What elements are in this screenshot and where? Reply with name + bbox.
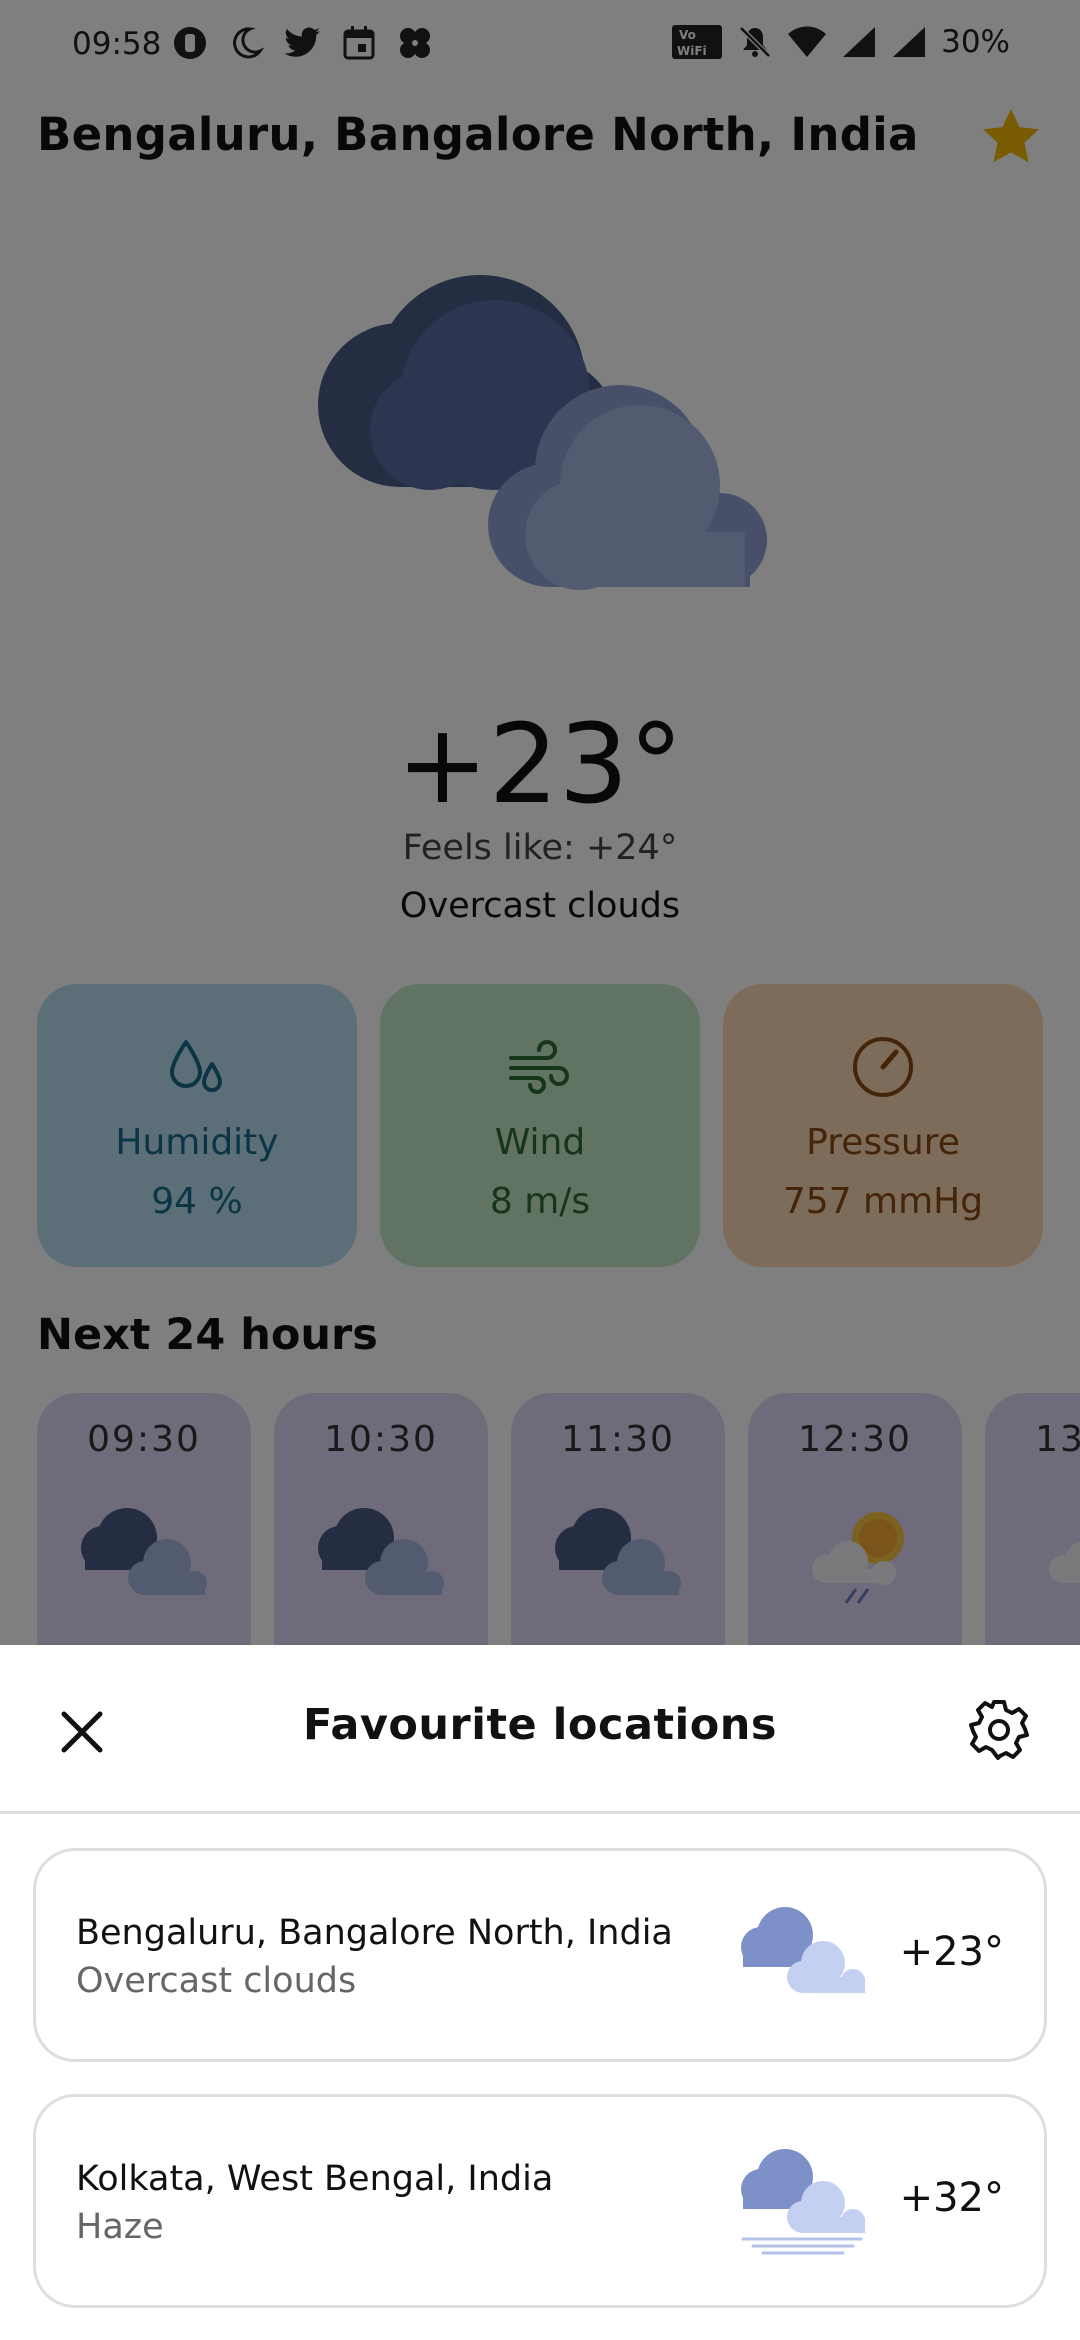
location-condition: Overcast clouds bbox=[76, 1961, 357, 2001]
location-name: Kolkata, West Bengal, India bbox=[76, 2159, 554, 2199]
sheet-divider bbox=[0, 1811, 1080, 1814]
location-temperature: +23° bbox=[899, 1929, 1004, 1975]
location-condition: Haze bbox=[76, 2207, 164, 2247]
haze-icon bbox=[741, 2149, 865, 2255]
sheet-title: Favourite locations bbox=[302, 1700, 778, 1750]
modal-scrim[interactable] bbox=[0, 0, 1080, 1645]
location-temperature: +32° bbox=[899, 2175, 1004, 2221]
gear-icon[interactable] bbox=[964, 1695, 1034, 1765]
overcast-clouds-icon bbox=[741, 1907, 865, 1993]
weather-main-screen: 09:58 VoWiFi 30% Bengaluru, Bangalore No… bbox=[0, 0, 1080, 1645]
favourite-location-item[interactable]: Kolkata, West Bengal, India Haze +32° bbox=[33, 2094, 1047, 2308]
favourite-location-item[interactable]: Bengaluru, Bangalore North, India Overca… bbox=[33, 1848, 1047, 2062]
location-name: Bengaluru, Bangalore North, India bbox=[76, 1913, 673, 1953]
